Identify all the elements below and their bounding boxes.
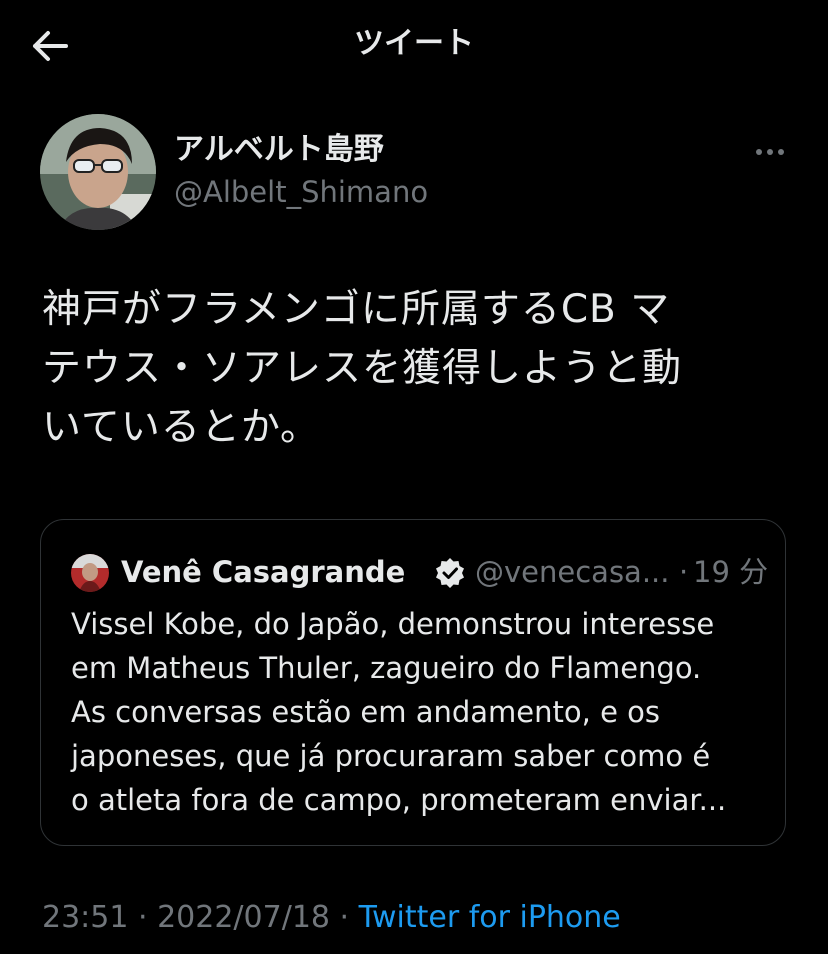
quoted-handle: @venecasa... <box>475 555 670 589</box>
tweet-text-line: テウス・ソアレスを獲得しようと動 <box>42 346 683 391</box>
quoted-text-line: em Matheus Thuler, zagueiro do Flamengo. <box>71 651 702 685</box>
tweet-text-line: 神戸がフラメンゴに所属するCB マ <box>42 287 671 332</box>
tweet-text-line: いているとか。 <box>42 405 321 450</box>
tweet-time: 23:51 <box>42 900 129 935</box>
author-handle[interactable]: @Albelt_Shimano <box>174 174 428 210</box>
more-button[interactable] <box>740 138 800 166</box>
quoted-text-line: As conversas estão em andamento, e os <box>71 695 660 729</box>
quoted-timestamp: 19 分 <box>693 555 769 589</box>
tweet-source-link[interactable]: Twitter for iPhone <box>359 900 621 935</box>
tweet-date: 2022/07/18 <box>157 900 330 935</box>
tweet-text: 神戸がフラメンゴに所属するCB マ テウス・ソアレスを獲得しようと動 いていると… <box>42 280 790 457</box>
more-horizontal-icon <box>756 149 784 155</box>
avatar-image <box>40 114 156 230</box>
quoted-tweet-text: Vissel Kobe, do Japão, demonstrou intere… <box>71 602 761 822</box>
quoted-avatar-image <box>71 554 109 592</box>
quoted-display-name: Venê Casagrande <box>121 555 406 589</box>
tweet-author: アルベルト島野 @Albelt_Shimano <box>40 114 800 234</box>
quoted-text-line: japoneses, que já procuraram saber como … <box>71 739 711 773</box>
verified-badge-icon <box>436 558 464 588</box>
quoted-text-line: o atleta fora de campo, prometeram envia… <box>71 783 727 817</box>
quoted-separator: · <box>679 555 689 589</box>
author-display-name[interactable]: アルベルト島野 <box>174 132 384 168</box>
quoted-tweet-card[interactable]: Venê Casagrande @venecasa... · 19 分 Viss… <box>40 519 786 846</box>
tweet-meta: 23:51 · 2022/07/18 · Twitter for iPhone <box>42 896 621 940</box>
top-bar: ツイート <box>0 0 828 92</box>
quoted-text-line: Vissel Kobe, do Japão, demonstrou intere… <box>71 607 715 641</box>
quoted-tweet-header: Venê Casagrande @venecasa... · 19 分 <box>71 552 768 592</box>
meta-separator: · <box>128 900 158 935</box>
avatar[interactable] <box>40 114 156 230</box>
meta-separator: · <box>330 900 359 935</box>
quoted-avatar <box>71 554 109 592</box>
page-title: ツイート <box>354 26 474 61</box>
